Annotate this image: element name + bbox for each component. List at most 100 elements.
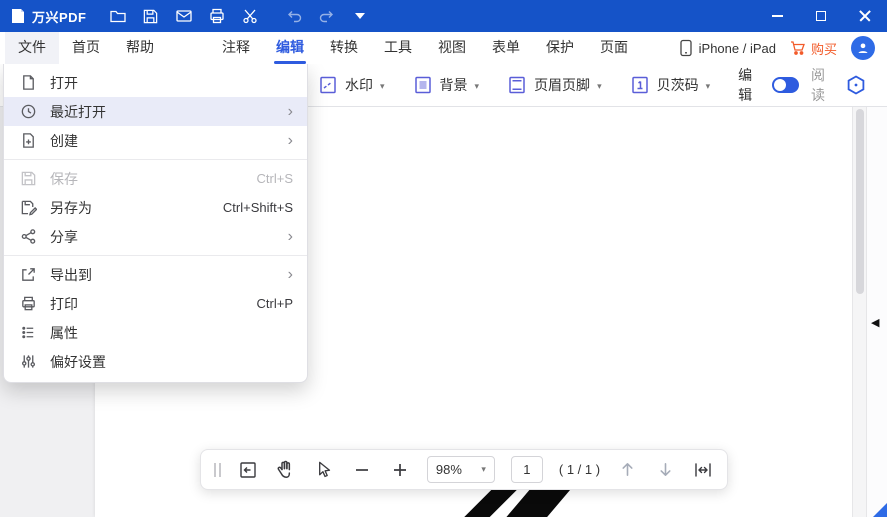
bates-number-button[interactable]: 贝茨码 ▾ (630, 75, 711, 95)
menu-item-label: 创建 (50, 131, 78, 151)
device-label: iPhone / iPad (699, 41, 776, 56)
scrollbar-thumb[interactable] (856, 109, 864, 294)
page-panel-icon[interactable] (237, 459, 259, 481)
collapse-panel-icon[interactable]: ◀ (871, 318, 879, 329)
menubar: 文件 首页 帮助 注释 编辑 转换 工具 视图 表单 保护 页面 iPhone … (0, 32, 887, 64)
hand-tool-icon[interactable] (275, 459, 297, 481)
menu-item-label: 偏好设置 (50, 352, 106, 372)
file-dropdown-menu: 打开 最近打开 › 创建 › 保存 Ctrl+S 另存为 Ctrl+Shift+… (3, 64, 308, 383)
open-doc-icon (20, 74, 37, 91)
chevron-down-icon: ▾ (597, 81, 602, 92)
minimize-button[interactable] (755, 0, 799, 32)
menu-item-share[interactable]: 分享 › (4, 222, 307, 251)
menu-item-save-as[interactable]: 另存为 Ctrl+Shift+S (4, 193, 307, 222)
header-footer-button[interactable]: 页眉页脚 ▾ (507, 75, 602, 95)
printer-icon (20, 295, 37, 312)
phone-icon (679, 39, 693, 57)
background-label: 背景 (440, 75, 468, 95)
share-nodes-icon (20, 228, 37, 245)
floppy-pencil-icon (20, 199, 37, 216)
save-icon[interactable] (142, 7, 160, 25)
maximize-button[interactable] (799, 0, 843, 32)
menu-item-properties[interactable]: 属性 (4, 318, 307, 347)
menu-item-open[interactable]: 打开 (4, 68, 307, 97)
menu-item-save[interactable]: 保存 Ctrl+S (4, 164, 307, 193)
menu-item-preferences[interactable]: 偏好设置 (4, 347, 307, 376)
background-icon (413, 75, 433, 95)
device-link[interactable]: iPhone / iPad (679, 39, 776, 57)
menu-item-label: 属性 (50, 323, 78, 343)
menu-help[interactable]: 帮助 (113, 32, 167, 64)
redo-icon[interactable] (318, 7, 336, 25)
drag-handle[interactable] (214, 463, 221, 477)
buy-button[interactable]: 购买 (790, 39, 837, 58)
previous-page-icon[interactable] (616, 459, 638, 481)
right-panel-strip: ◀ (866, 107, 887, 517)
tab-view[interactable]: 视图 (425, 32, 479, 64)
menu-item-shortcut: Ctrl+P (257, 296, 293, 311)
menu-divider (4, 159, 307, 160)
buy-label: 购买 (811, 39, 837, 58)
cart-icon (790, 40, 806, 56)
menu-item-label: 保存 (50, 169, 78, 189)
email-icon[interactable] (175, 7, 193, 25)
resize-grip[interactable] (873, 503, 887, 517)
menu-item-label: 导出到 (50, 265, 92, 285)
customize-toolbar-icon[interactable] (351, 7, 369, 25)
watermark-label: 水印 (345, 75, 373, 95)
chevron-down-icon: ▾ (481, 464, 486, 475)
submenu-arrow-icon: › (288, 133, 293, 149)
menu-item-export-to[interactable]: 导出到 › (4, 260, 307, 289)
menu-item-recent-open[interactable]: 最近打开 › (4, 97, 307, 126)
app-logo: 万兴PDF (0, 7, 95, 26)
print-icon[interactable] (208, 7, 226, 25)
header-footer-icon (507, 75, 527, 95)
toggle-knob (774, 79, 786, 91)
menu-home[interactable]: 首页 (59, 32, 113, 64)
page-number-input[interactable] (511, 456, 543, 483)
edit-read-toggle[interactable] (772, 77, 799, 93)
edit-mode-label: 编辑 (738, 65, 760, 105)
submenu-arrow-icon: › (288, 267, 293, 283)
menu-item-label: 打印 (50, 294, 78, 314)
history-group (285, 7, 369, 25)
undo-icon[interactable] (285, 7, 303, 25)
submenu-arrow-icon: › (288, 104, 293, 120)
app-name: 万兴PDF (32, 7, 87, 26)
open-file-icon[interactable] (109, 7, 127, 25)
floppy-icon (20, 170, 37, 187)
header-footer-label: 页眉页脚 (534, 75, 590, 95)
menu-item-create[interactable]: 创建 › (4, 126, 307, 155)
menu-item-print[interactable]: 打印 Ctrl+P (4, 289, 307, 318)
tab-tools[interactable]: 工具 (371, 32, 425, 64)
watermark-button[interactable]: 水印 ▾ (318, 75, 385, 95)
menu-file[interactable]: 文件 (5, 32, 59, 64)
zoom-out-icon[interactable] (351, 459, 373, 481)
scissors-icon[interactable] (241, 7, 259, 25)
menu-divider (4, 255, 307, 256)
tab-protect[interactable]: 保护 (533, 32, 587, 64)
fit-width-icon[interactable] (692, 459, 714, 481)
chevron-down-icon: ▾ (706, 81, 711, 92)
tab-form[interactable]: 表单 (479, 32, 533, 64)
background-button[interactable]: 背景 ▾ (413, 75, 480, 95)
select-tool-icon[interactable] (313, 459, 335, 481)
hexagon-ai-icon[interactable] (845, 74, 867, 96)
zoom-select[interactable]: 98% ▾ (427, 456, 495, 483)
export-icon (20, 266, 37, 283)
zoom-in-icon[interactable] (389, 459, 411, 481)
list-icon (20, 324, 37, 341)
tab-comment[interactable]: 注释 (209, 32, 263, 64)
vertical-scrollbar[interactable] (852, 107, 866, 517)
user-avatar[interactable] (851, 36, 875, 60)
tab-page[interactable]: 页面 (587, 32, 641, 64)
tab-convert[interactable]: 转换 (317, 32, 371, 64)
bates-number-label: 贝茨码 (657, 75, 699, 95)
menu-item-label: 最近打开 (50, 102, 106, 122)
next-page-icon[interactable] (654, 459, 676, 481)
watermark-icon (318, 75, 338, 95)
tab-edit[interactable]: 编辑 (263, 32, 317, 64)
close-button[interactable] (843, 0, 887, 32)
menu-item-shortcut: Ctrl+Shift+S (223, 200, 293, 215)
read-mode-label: 阅读 (811, 65, 833, 105)
